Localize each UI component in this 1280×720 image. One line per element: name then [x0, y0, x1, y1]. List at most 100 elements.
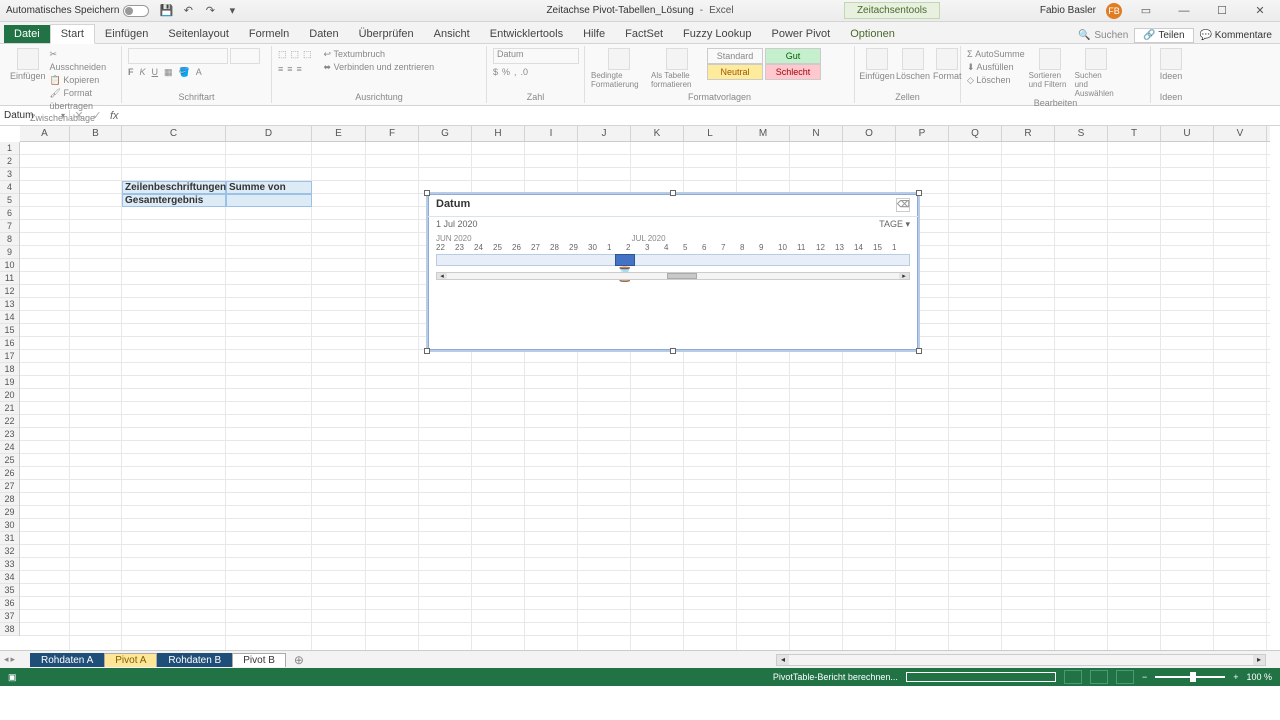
sheet-nav-next[interactable]: ▸	[11, 654, 16, 665]
row-7[interactable]: 7	[0, 220, 19, 233]
row-30[interactable]: 30	[0, 519, 19, 532]
horizontal-scrollbar[interactable]: ◂ ▸	[776, 654, 1266, 666]
row-17[interactable]: 17	[0, 350, 19, 363]
sheet-rohdaten-b[interactable]: Rohdaten B	[157, 653, 232, 667]
enter-formula-icon[interactable]: ✓	[88, 109, 106, 122]
save-icon[interactable]: 💾	[159, 4, 173, 18]
autosum-button[interactable]: Σ AutoSumme	[967, 48, 1025, 61]
zoom-out-button[interactable]: −	[1142, 672, 1147, 682]
col-I[interactable]: I	[525, 126, 578, 141]
timeline-bar[interactable]	[436, 254, 910, 266]
sheet-rohdaten-a[interactable]: Rohdaten A	[30, 653, 104, 667]
add-sheet-button[interactable]: ⊕	[286, 653, 312, 667]
search-box[interactable]: 🔍Suchen	[1078, 30, 1128, 41]
share-button[interactable]: 🔗 Teilen	[1134, 28, 1193, 43]
fill-color-button[interactable]: 🪣	[179, 66, 190, 79]
resize-handle[interactable]	[670, 190, 676, 196]
resize-handle[interactable]	[670, 348, 676, 354]
align-top[interactable]: ⬚	[278, 48, 287, 61]
resize-handle[interactable]	[424, 348, 430, 354]
number-format-select[interactable]: Datum	[493, 48, 579, 64]
row-19[interactable]: 19	[0, 376, 19, 389]
record-macro-icon[interactable]: ▣	[8, 672, 17, 683]
style-standard[interactable]: Standard	[707, 48, 763, 64]
col-C[interactable]: C	[122, 126, 226, 141]
col-R[interactable]: R	[1002, 126, 1055, 141]
scroll-right-icon[interactable]: ▸	[899, 273, 909, 279]
sheet-pivot-b[interactable]: Pivot B	[232, 653, 286, 667]
timeline-selection[interactable]	[615, 254, 635, 266]
row-14[interactable]: 14	[0, 311, 19, 324]
timeline-slicer[interactable]: Datum ⌫ 1 Jul 2020 TAGE ▾ JUN 2020 JUL 2…	[426, 192, 920, 352]
row-18[interactable]: 18	[0, 363, 19, 376]
col-D[interactable]: D	[226, 126, 312, 141]
row-25[interactable]: 25	[0, 454, 19, 467]
percent-button[interactable]: %	[502, 66, 510, 79]
row-20[interactable]: 20	[0, 389, 19, 402]
row-15[interactable]: 15	[0, 324, 19, 337]
pivot-row-labels[interactable]: Zeilenbeschriftungen	[122, 181, 226, 194]
tab-powerpivot[interactable]: Power Pivot	[762, 25, 841, 43]
row-2[interactable]: 2	[0, 155, 19, 168]
tab-entwicklertools[interactable]: Entwicklertools	[480, 25, 573, 43]
scroll-left-icon[interactable]: ◂	[437, 273, 447, 279]
autosave-toggle[interactable]	[123, 5, 149, 17]
tab-formeln[interactable]: Formeln	[239, 25, 299, 43]
col-J[interactable]: J	[578, 126, 631, 141]
row-24[interactable]: 24	[0, 441, 19, 454]
row-5[interactable]: 5	[0, 194, 19, 207]
row-11[interactable]: 11	[0, 272, 19, 285]
worksheet-grid[interactable]: A B C D E F G H I J K L M N O P Q R S T …	[0, 126, 1280, 650]
row-29[interactable]: 29	[0, 506, 19, 519]
tab-factset[interactable]: FactSet	[615, 25, 673, 43]
row-23[interactable]: 23	[0, 428, 19, 441]
tab-fuzzy[interactable]: Fuzzy Lookup	[673, 25, 761, 43]
as-table-button[interactable]: Als Tabelle formatieren	[651, 48, 703, 89]
col-V[interactable]: V	[1214, 126, 1267, 141]
row-6[interactable]: 6	[0, 207, 19, 220]
row-21[interactable]: 21	[0, 402, 19, 415]
col-G[interactable]: G	[419, 126, 472, 141]
row-4[interactable]: 4	[0, 181, 19, 194]
tab-einfuegen[interactable]: Einfügen	[95, 25, 158, 43]
row-27[interactable]: 27	[0, 480, 19, 493]
close-icon[interactable]: ✕	[1246, 4, 1274, 17]
ideas-button[interactable]: Ideen	[1157, 48, 1185, 81]
row-34[interactable]: 34	[0, 571, 19, 584]
row-1[interactable]: 1	[0, 142, 19, 155]
resize-handle[interactable]	[916, 190, 922, 196]
tab-file[interactable]: Datei	[4, 25, 50, 43]
sort-filter-button[interactable]: Sortieren und Filtern	[1029, 48, 1071, 89]
col-K[interactable]: K	[631, 126, 684, 141]
style-gut[interactable]: Gut	[765, 48, 821, 64]
zoom-slider[interactable]	[1155, 676, 1225, 678]
row-31[interactable]: 31	[0, 532, 19, 545]
comma-button[interactable]: ,	[514, 66, 517, 79]
row-22[interactable]: 22	[0, 415, 19, 428]
fx-icon[interactable]: fx	[106, 110, 123, 122]
cancel-formula-icon[interactable]: ✕	[70, 109, 88, 122]
row-37[interactable]: 37	[0, 610, 19, 623]
name-box[interactable]: Datum▾	[0, 110, 70, 121]
underline-button[interactable]: U	[152, 66, 159, 79]
autosave[interactable]: Automatisches Speichern	[6, 5, 149, 17]
col-U[interactable]: U	[1161, 126, 1214, 141]
bold-button[interactable]: F	[128, 66, 134, 79]
col-Q[interactable]: Q	[949, 126, 1002, 141]
view-layout-icon[interactable]	[1090, 670, 1108, 684]
row-8[interactable]: 8	[0, 233, 19, 246]
row-12[interactable]: 12	[0, 285, 19, 298]
wrap-text-button[interactable]: ↩ Textumbruch	[324, 48, 435, 61]
row-16[interactable]: 16	[0, 337, 19, 350]
col-B[interactable]: B	[70, 126, 122, 141]
font-size[interactable]	[230, 48, 260, 64]
style-neutral[interactable]: Neutral	[707, 64, 763, 80]
row-33[interactable]: 33	[0, 558, 19, 571]
column-headers[interactable]: A B C D E F G H I J K L M N O P Q R S T …	[20, 126, 1270, 142]
scroll-thumb[interactable]	[667, 273, 697, 279]
row-35[interactable]: 35	[0, 584, 19, 597]
align-center[interactable]: ≡	[287, 63, 292, 76]
style-schlecht[interactable]: Schlecht	[765, 64, 821, 80]
align-right[interactable]: ≡	[297, 63, 302, 76]
col-E[interactable]: E	[312, 126, 366, 141]
